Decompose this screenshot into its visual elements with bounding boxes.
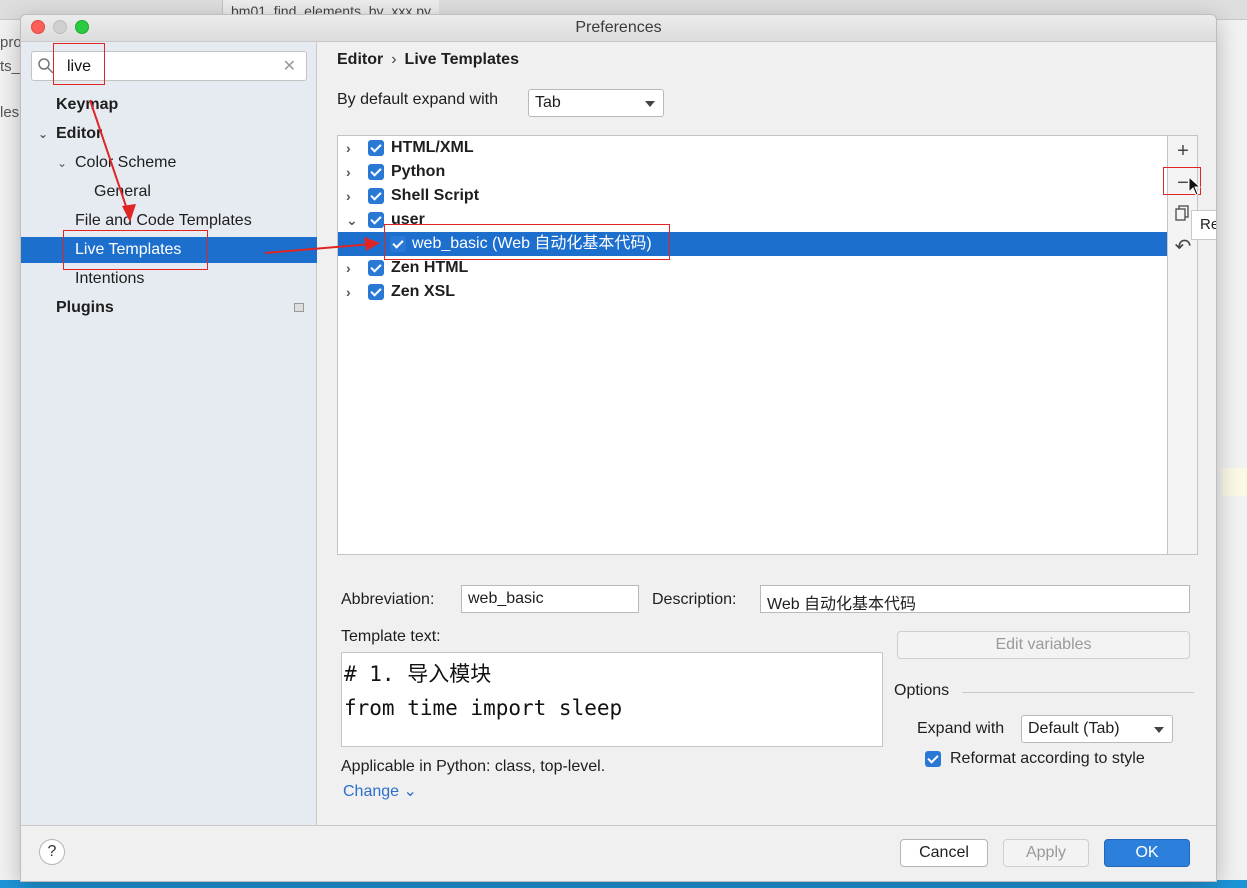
description-label: Description: xyxy=(652,591,737,608)
title-bar: Preferences xyxy=(21,15,1216,42)
template-group-label: Shell Script xyxy=(391,187,480,204)
sidebar-item-plugins[interactable]: Plugins xyxy=(56,295,114,321)
template-text-label: Template text: xyxy=(341,628,441,645)
default-expand-value: Tab xyxy=(535,94,561,111)
cancel-button[interactable]: Cancel xyxy=(900,839,988,867)
edit-variables-button[interactable]: Edit variables xyxy=(897,631,1190,659)
chevron-down-icon xyxy=(645,101,655,107)
reformat-label: Reformat according to style xyxy=(950,750,1145,767)
template-group-zen-xsl[interactable]: › Zen XSL xyxy=(338,280,1167,304)
sidebar-item-editor[interactable]: ⌄ Editor xyxy=(38,121,102,147)
clear-search-icon[interactable]: ✕ xyxy=(283,56,296,76)
settings-sidebar: live ✕ Keymap ⌄ Editor ⌄ Color Scheme Gene… xyxy=(21,42,317,825)
footer-divider xyxy=(21,825,1216,826)
search-value: live xyxy=(67,58,92,75)
chevron-right-icon[interactable]: › xyxy=(346,160,358,184)
expand-with-dropdown[interactable]: Default (Tab) xyxy=(1021,715,1173,743)
sidebar-item-file-and-code-templates[interactable]: File and Code Templates xyxy=(75,208,252,234)
template-group-label: Zen HTML xyxy=(391,259,469,276)
template-toolbar: + − ↶ xyxy=(1168,135,1198,555)
settings-search-input[interactable]: live ✕ xyxy=(31,51,307,81)
template-group-label: HTML/XML xyxy=(391,139,474,156)
template-item-web-basic[interactable]: web_basic (Web 自动化基本代码) xyxy=(338,232,1167,256)
applicable-contexts: Applicable in Python: class, top-level. xyxy=(341,758,606,775)
template-checkbox[interactable] xyxy=(390,236,406,252)
sidebar-item-label: Color Scheme xyxy=(75,154,177,171)
sidebar-item-label: General xyxy=(94,183,151,200)
template-group-python[interactable]: › Python xyxy=(338,160,1167,184)
template-tree: › HTML/XML › Python › Shell Script ⌄ use… xyxy=(337,135,1168,555)
mouse-cursor-icon xyxy=(1188,176,1202,196)
chevron-right-icon[interactable]: › xyxy=(346,256,358,280)
apply-button[interactable]: Apply xyxy=(1003,839,1089,867)
template-group-label: user xyxy=(391,211,425,228)
breadcrumb-current: Live Templates xyxy=(404,51,519,68)
group-checkbox[interactable] xyxy=(368,188,384,204)
template-group-shell-script[interactable]: › Shell Script xyxy=(338,184,1167,208)
search-icon xyxy=(38,58,54,74)
background-text-fragment: pro xyxy=(0,34,22,51)
window-title: Preferences xyxy=(575,19,662,36)
background-text-fragment: ts_ xyxy=(0,58,21,75)
background-text-fragment: les xyxy=(0,104,20,121)
template-text-editor[interactable]: # 1. 导入模块 from time import sleep xyxy=(341,652,883,747)
chevron-down-icon[interactable]: ⌄ xyxy=(57,150,75,176)
template-group-label: Zen XSL xyxy=(391,283,456,300)
chevron-down-icon[interactable]: ⌄ xyxy=(346,208,358,232)
chevron-right-icon[interactable]: › xyxy=(346,184,358,208)
breadcrumb-parent[interactable]: Editor xyxy=(337,51,383,68)
group-checkbox[interactable] xyxy=(368,212,384,228)
sidebar-item-keymap[interactable]: Keymap xyxy=(56,92,118,118)
expand-with-value: Default (Tab) xyxy=(1028,720,1120,737)
sidebar-item-live-templates[interactable]: Live Templates xyxy=(21,237,317,263)
reformat-checkbox[interactable] xyxy=(925,751,941,767)
template-group-user[interactable]: ⌄ user xyxy=(338,208,1167,232)
sidebar-item-label: File and Code Templates xyxy=(75,212,252,229)
group-checkbox[interactable] xyxy=(368,284,384,300)
template-group-label: Python xyxy=(391,163,446,180)
template-group-html-xml[interactable]: › HTML/XML xyxy=(338,136,1167,160)
change-context-link[interactable]: Change ⌄ xyxy=(343,781,417,801)
options-divider xyxy=(962,692,1194,693)
default-expand-dropdown[interactable]: Tab xyxy=(528,89,664,117)
group-checkbox[interactable] xyxy=(368,140,384,156)
preferences-dialog: Preferences live ✕ Keymap ⌄ Editor ⌄ Color… xyxy=(20,14,1217,882)
options-label: Options xyxy=(894,682,950,699)
sidebar-item-label: Editor xyxy=(56,125,103,142)
template-item-label: web_basic (Web 自动化基本代码) xyxy=(412,235,652,252)
breadcrumb: Editor › Live Templates xyxy=(337,51,519,69)
background-highlight xyxy=(1222,468,1247,496)
chevron-right-icon[interactable]: › xyxy=(346,136,358,160)
template-group-zen-html[interactable]: › Zen HTML xyxy=(338,256,1167,280)
remove-tooltip: Remove xyxy=(1191,210,1216,240)
chevron-right-icon[interactable]: › xyxy=(346,280,358,304)
ok-button[interactable]: OK xyxy=(1104,839,1190,867)
sidebar-item-general[interactable]: General xyxy=(94,179,151,205)
abbreviation-label: Abbreviation: xyxy=(341,591,435,608)
sidebar-item-color-scheme[interactable]: ⌄ Color Scheme xyxy=(57,150,176,176)
default-expand-label: By default expand with xyxy=(337,91,498,108)
sidebar-item-label: Keymap xyxy=(56,96,119,113)
project-scope-icon xyxy=(294,303,304,312)
description-input[interactable]: Web 自动化基本代码 xyxy=(760,585,1190,613)
group-checkbox[interactable] xyxy=(368,164,384,180)
add-icon[interactable]: + xyxy=(1172,140,1194,162)
copy-icon-glyph xyxy=(1175,205,1189,221)
sidebar-item-label: Live Templates xyxy=(75,241,182,258)
expand-with-label: Expand with xyxy=(917,720,1005,737)
sidebar-item-label: Plugins xyxy=(56,299,114,316)
sidebar-item-label: Intentions xyxy=(75,270,145,287)
chevron-down-icon[interactable]: ⌄ xyxy=(38,121,56,147)
chevron-down-icon xyxy=(1154,727,1164,733)
sidebar-item-intentions[interactable]: Intentions xyxy=(75,266,144,292)
group-checkbox[interactable] xyxy=(368,260,384,276)
abbreviation-input[interactable]: web_basic xyxy=(461,585,639,613)
breadcrumb-separator: › xyxy=(391,51,397,68)
help-button[interactable]: ? xyxy=(39,839,65,865)
